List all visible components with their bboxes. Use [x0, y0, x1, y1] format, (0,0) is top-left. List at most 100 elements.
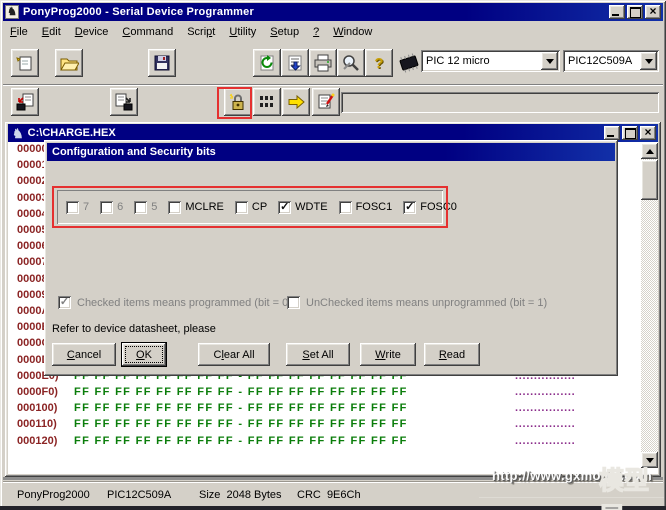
bit-label: FOSC1 — [356, 201, 393, 213]
config-bits-button[interactable] — [253, 88, 281, 116]
bit-checkbox-cp[interactable]: CP — [235, 201, 267, 214]
menu-device[interactable]: Device — [68, 24, 116, 40]
dialog-title: Configuration and Security bits — [52, 146, 216, 158]
maximize-button[interactable] — [627, 5, 643, 19]
open-file-button[interactable] — [55, 49, 83, 77]
chevron-down-icon — [546, 59, 554, 64]
option-checkbox-0: ✓Checked items means programmed (bit = 0… — [58, 296, 292, 309]
close-button[interactable]: × — [645, 5, 661, 19]
open-folder-icon — [59, 53, 79, 73]
script-pencil-icon — [316, 92, 336, 112]
watermark-cjk: 模型屋 — [599, 461, 666, 510]
hex-ascii: ................ — [515, 402, 575, 414]
hex-bytes: FF FF FF FF FF FF FF FF - FF FF FF FF FF… — [74, 402, 408, 414]
bit-label: FOSC0 — [420, 201, 457, 213]
vertical-scrollbar[interactable] — [641, 143, 658, 468]
new-file-button[interactable] — [11, 49, 39, 77]
scrollbar-thumb[interactable] — [641, 160, 658, 200]
wrench-magnifier-icon — [341, 53, 361, 73]
chevron-down-icon — [645, 59, 653, 64]
device-model-combobox[interactable]: PIC12C509A — [563, 50, 659, 72]
checkbox-icon[interactable]: ✓ — [403, 201, 416, 214]
menu-file[interactable]: File — [3, 24, 35, 40]
run-button[interactable] — [282, 88, 310, 116]
menu-utility[interactable]: Utility — [222, 24, 263, 40]
device-model-value: PIC12C509A — [563, 55, 640, 67]
hex-ascii: ................ — [515, 435, 575, 447]
fill-buffer-button[interactable] — [281, 49, 309, 77]
sparkle-icon — [230, 94, 233, 98]
option-label: Checked items means programmed (bit = 0) — [77, 297, 292, 309]
status-item-3: CRC 9E6Ch — [297, 489, 361, 501]
device-family-combobox[interactable]: PIC 12 micro — [421, 50, 560, 72]
option-checkbox-1: UnChecked items means unprogrammed (bit … — [287, 296, 547, 309]
hex-row[interactable]: 000120) FF FF FF FF FF FF FF FF - FF FF F… — [8, 435, 641, 452]
ok-button[interactable]: OK — [122, 343, 166, 366]
option-label: UnChecked items means unprogrammed (bit … — [306, 297, 547, 309]
clear-all-button[interactable]: Clear All — [198, 343, 270, 366]
read-device-button[interactable] — [11, 88, 39, 116]
pony-file-icon: ♞ — [12, 127, 24, 140]
setup-button[interactable] — [337, 49, 365, 77]
bit-label: CP — [252, 201, 267, 213]
checkbox-icon[interactable]: ✓ — [278, 201, 291, 214]
config-security-dialog: Configuration and Security bits 765MCLRE… — [44, 140, 618, 376]
bit-checkbox-5: 5 — [134, 201, 157, 214]
device-family-value: PIC 12 micro — [421, 55, 541, 67]
status-item-2: Size 2048 Bytes — [199, 489, 282, 501]
checkbox-icon[interactable] — [168, 201, 181, 214]
print-button[interactable] — [309, 49, 337, 77]
help-button[interactable]: ? — [365, 49, 393, 77]
hex-ascii: ................ — [515, 386, 575, 398]
minimize-button[interactable] — [609, 5, 625, 19]
arrow-up-icon — [646, 149, 654, 154]
menu-setup[interactable]: Setup — [263, 24, 306, 40]
child-minimize-button[interactable] — [604, 126, 620, 140]
menu-script[interactable]: Script — [180, 24, 222, 40]
checkbox-icon — [287, 296, 300, 309]
edit-script-button[interactable] — [312, 88, 340, 116]
device-model-dropdown-button[interactable] — [640, 52, 657, 70]
lock-icon — [228, 92, 248, 112]
bit-checkbox-fosc1[interactable]: FOSC1 — [339, 201, 393, 214]
checkbox-icon[interactable] — [235, 201, 248, 214]
hex-row[interactable]: 000110)FF FF FF FF FF FF FF FF - FF FF F… — [8, 418, 641, 435]
hex-row[interactable]: 000100) FF FF FF FF FF FF FF FF - FF FF F… — [8, 402, 641, 419]
window-titlebar: ♞ PonyProg2000 - Serial Device Programme… — [3, 3, 663, 21]
save-file-button[interactable] — [148, 49, 176, 77]
menu-help[interactable]: ? — [306, 24, 326, 40]
status-item-0: PonyProg2000 — [17, 489, 90, 501]
hex-bytes: FF FF FF FF FF FF FF FF - FF FF FF FF FF… — [74, 386, 408, 398]
reload-button[interactable] — [253, 49, 281, 77]
menu-edit[interactable]: Edit — [35, 24, 68, 40]
read-button[interactable]: Read — [424, 343, 480, 366]
hex-address: 000120) — [17, 435, 57, 447]
hex-row[interactable]: 0000F0)FF FF FF FF FF FF FF FF - FF FF F… — [8, 386, 641, 403]
hex-bytes: FF FF FF FF FF FF FF FF - FF FF FF FF FF… — [74, 435, 408, 447]
menu-window[interactable]: Window — [326, 24, 379, 40]
dialog-buttons: Cancel OK Clear All Set All Write Read — [44, 343, 480, 366]
scroll-up-button[interactable] — [641, 143, 658, 159]
checkbox-icon[interactable] — [339, 201, 352, 214]
child-close-button[interactable]: × — [640, 126, 656, 140]
hex-address: 000100) — [17, 402, 57, 414]
write-device-button[interactable] — [110, 88, 138, 116]
window-title: PonyProg2000 - Serial Device Programmer — [23, 6, 254, 18]
bit-checkbox-mclre[interactable]: MCLRE — [168, 201, 224, 214]
fill-buffer-icon — [285, 53, 305, 73]
menu-command[interactable]: Command — [115, 24, 180, 40]
dialog-titlebar: Configuration and Security bits — [47, 143, 615, 161]
cancel-button[interactable]: Cancel — [52, 343, 116, 366]
security-bits-button[interactable] — [224, 88, 252, 116]
menu-bar: FileEditDeviceCommandScriptUtilitySetup?… — [3, 22, 663, 41]
child-maximize-button[interactable] — [622, 126, 638, 140]
bit-label: WDTE — [295, 201, 327, 213]
bit-checkbox-wdte[interactable]: ✓ WDTE — [278, 201, 327, 214]
toolbar-main: ? PIC 12 micro PIC12C509A — [3, 43, 663, 85]
bit-checkbox-fosc0[interactable]: ✓ FOSC0 — [403, 201, 457, 214]
device-family-dropdown-button[interactable] — [541, 52, 558, 70]
app-pony-icon: ♞ — [5, 5, 19, 19]
device-chip-icon — [396, 51, 422, 75]
write-button[interactable]: Write — [360, 343, 416, 366]
set-all-button[interactable]: Set All — [286, 343, 350, 366]
